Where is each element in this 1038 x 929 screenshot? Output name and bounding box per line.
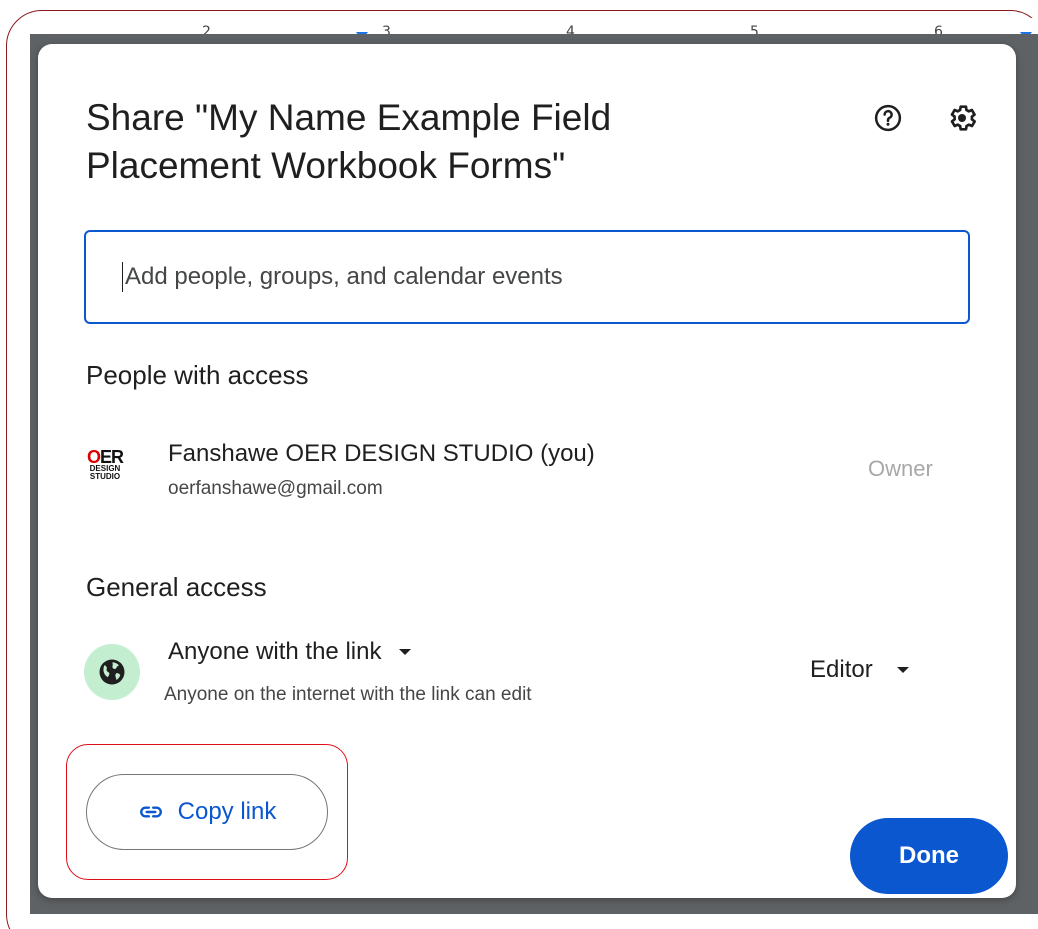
person-email: oerfanshawe@gmail.com: [168, 478, 383, 499]
globe-icon-badge: [84, 644, 140, 700]
person-role: Owner: [868, 456, 933, 481]
globe-icon: [99, 659, 125, 685]
avatar: OER DESIGN STUDIO: [78, 438, 132, 492]
general-access-heading: General access: [86, 572, 267, 602]
person-name: Fanshawe OER DESIGN STUDIO (you): [168, 440, 595, 467]
gear-icon: [950, 105, 976, 131]
people-with-access-heading: People with access: [86, 360, 309, 390]
add-people-input[interactable]: [125, 263, 905, 291]
role-label: Editor: [810, 656, 873, 683]
chevron-down-icon: [896, 667, 909, 673]
text-caret: [122, 262, 123, 292]
settings-button[interactable]: [944, 100, 980, 136]
copy-link-label: Copy link: [177, 798, 277, 825]
copy-link-button[interactable]: Copy link: [86, 774, 328, 850]
add-people-field[interactable]: [84, 230, 970, 324]
role-dropdown[interactable]: Editor: [810, 656, 909, 684]
dialog-title: Share "My Name Example Field Placement W…: [86, 97, 612, 186]
done-button[interactable]: Done: [850, 818, 1008, 894]
general-access-description: Anyone on the internet with the link can…: [164, 684, 532, 705]
general-access-dropdown[interactable]: Anyone with the link: [168, 638, 412, 666]
general-access-scope: Anyone with the link: [168, 638, 382, 665]
chevron-down-icon: [399, 649, 412, 655]
avatar-logo-text: OER: [86, 447, 124, 467]
link-icon: [139, 806, 162, 818]
general-access-row: Anyone with the link Anyone on the inter…: [78, 638, 978, 728]
help-circle-icon: [874, 104, 902, 132]
person-row: OER DESIGN STUDIO Fanshawe OER DESIGN ST…: [78, 434, 978, 504]
help-button[interactable]: [870, 100, 906, 136]
avatar-logo-subtext: STUDIO: [89, 472, 121, 481]
